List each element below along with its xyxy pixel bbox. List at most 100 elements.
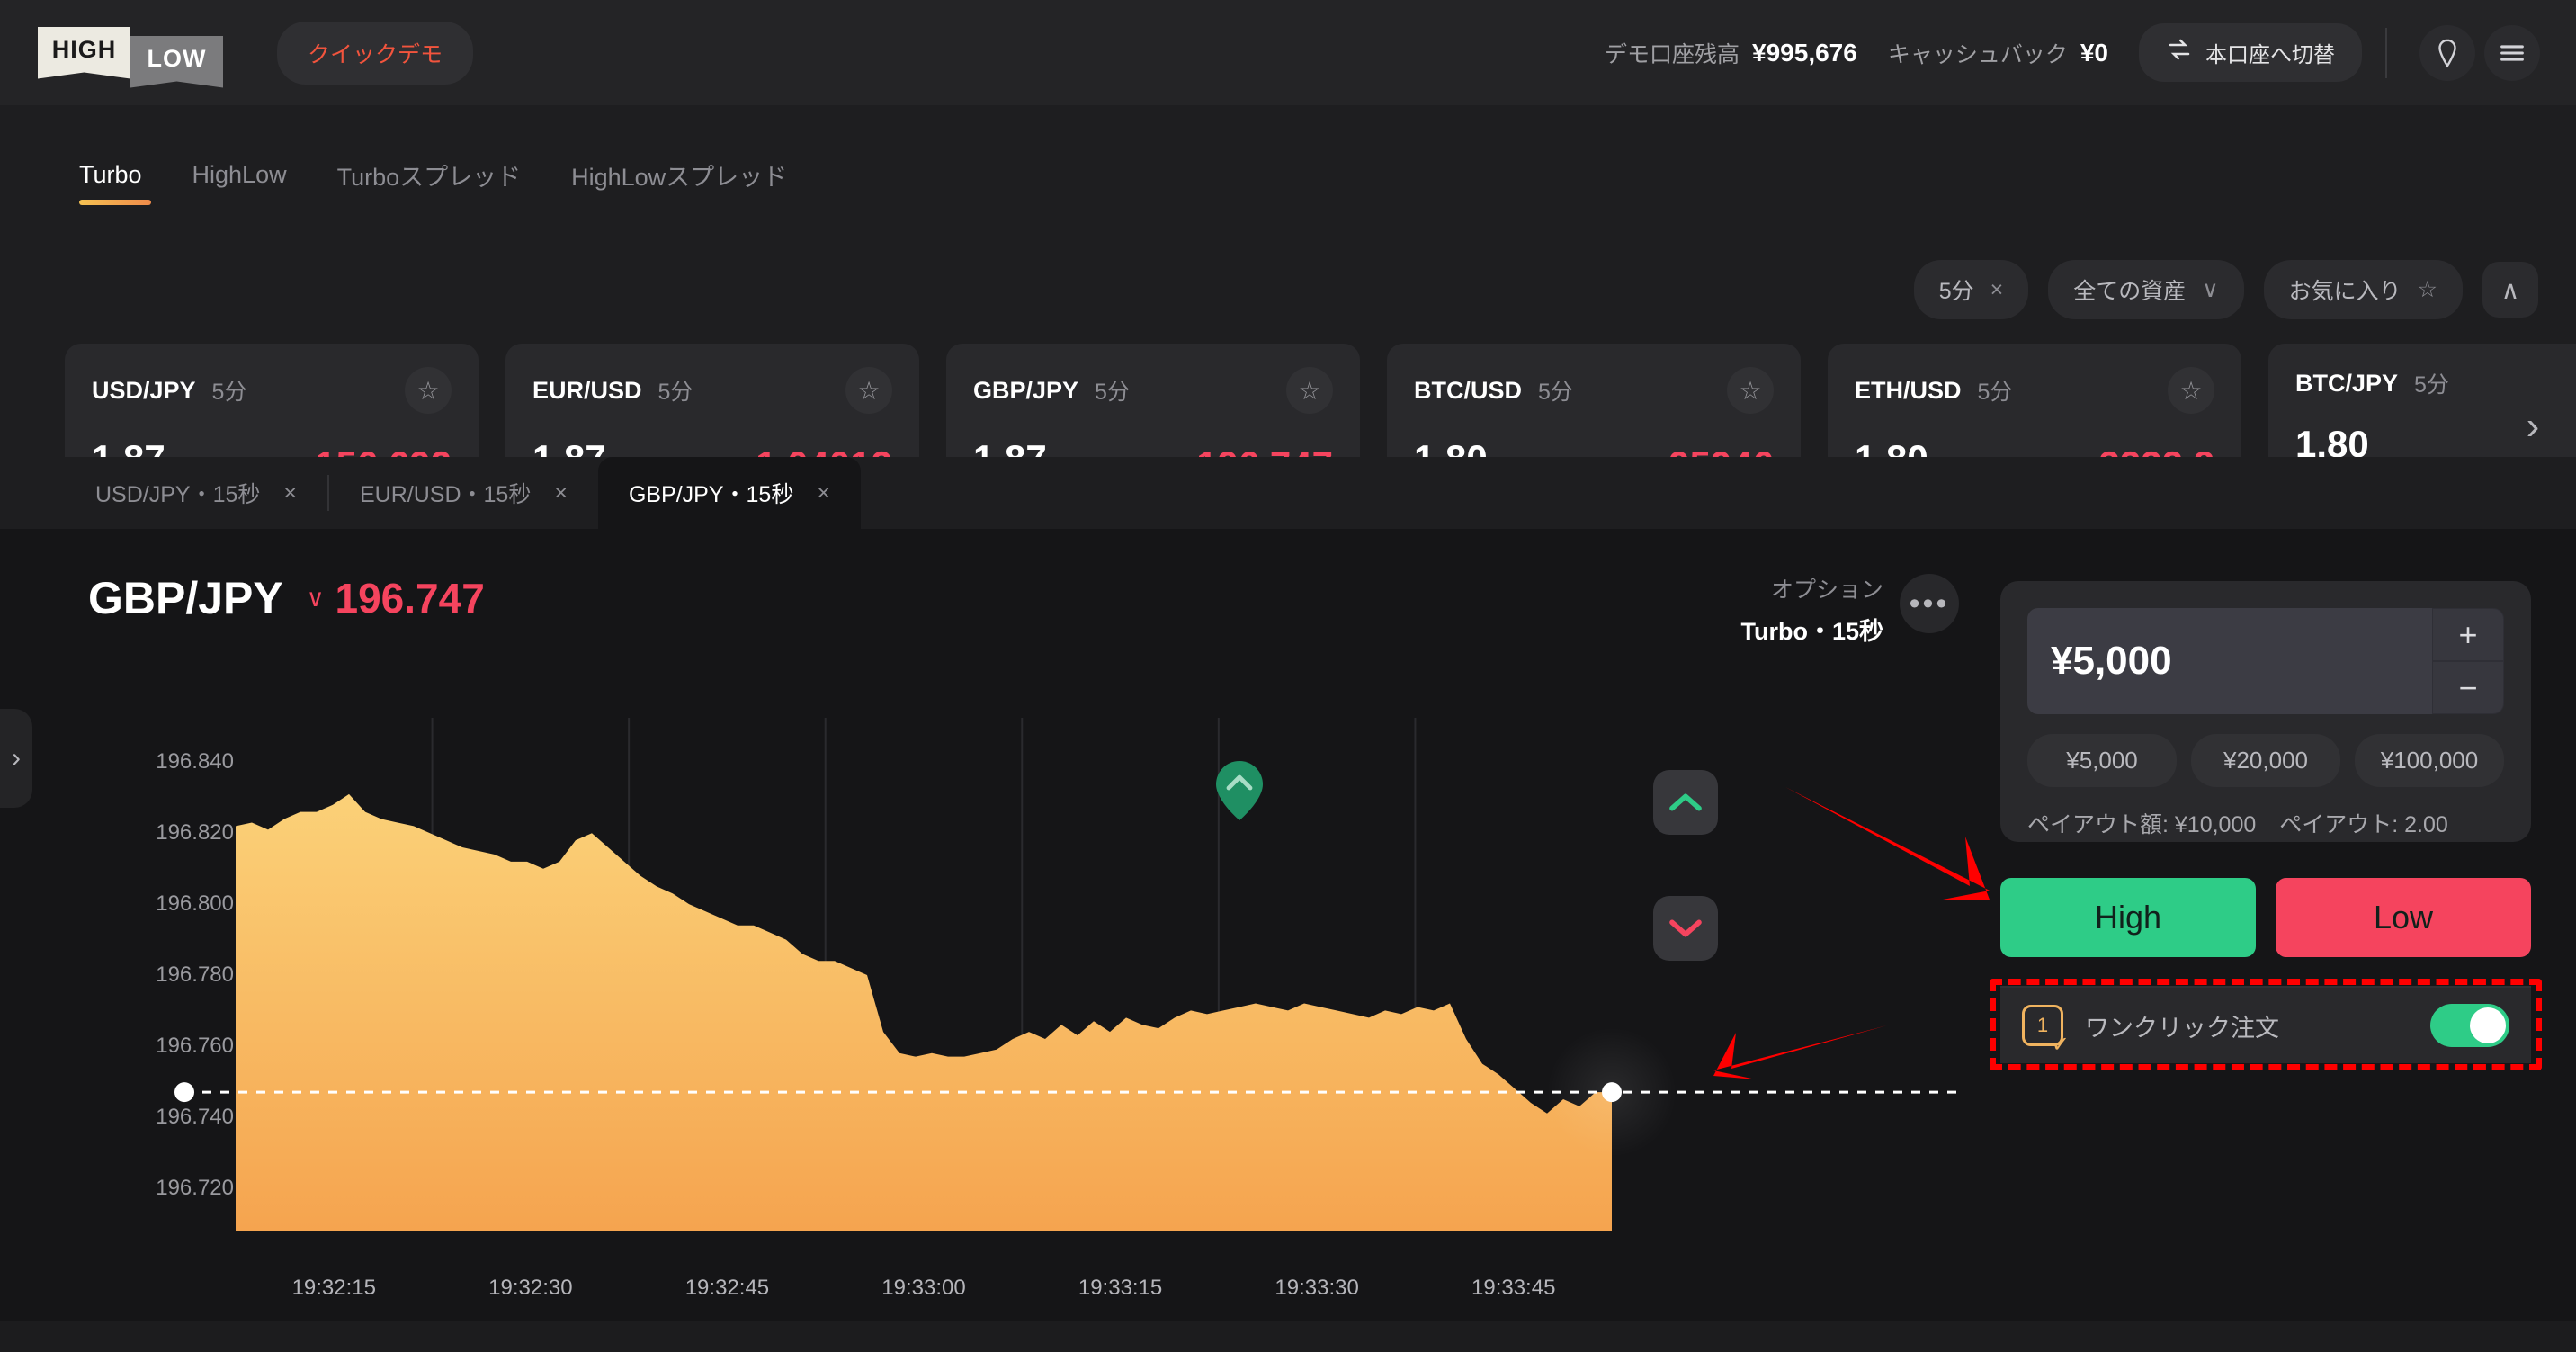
logo-high-text: HIGH [38, 27, 130, 79]
asset-filter-dropdown[interactable]: 全ての資産 ∨ [2048, 260, 2243, 319]
balance-value: ¥995,676 [1752, 39, 1857, 67]
highlow-logo[interactable]: HIGH LOW [38, 27, 223, 79]
card-header: ETH/USD 5分 ☆ [1855, 367, 2214, 414]
increase-amount-button[interactable]: + [2432, 608, 2504, 661]
one-click-badge-icon: 1 [2022, 1005, 2063, 1046]
chart-current-price: ∨ 196.747 [307, 574, 485, 622]
y-axis-tick: 196.740 [156, 1105, 234, 1130]
app-header: HIGH LOW クイックデモ デモ口座残高 ¥995,676 キャッシュバック… [0, 0, 2576, 105]
tab-highlow-spread[interactable]: HighLowスプレッド [571, 157, 787, 209]
collapse-assets-button[interactable]: ∧ [2482, 262, 2538, 318]
favorites-label: お気に入り [2289, 273, 2402, 306]
favorites-filter[interactable]: お気に入り ☆ [2264, 260, 2463, 319]
star-icon[interactable]: ☆ [2168, 367, 2214, 414]
close-icon[interactable]: × [817, 480, 830, 506]
quick-amount-group: ¥5,000 ¥20,000 ¥100,000 [2027, 734, 2504, 787]
low-button[interactable]: Low [2276, 878, 2531, 957]
switch-account-button[interactable]: 本口座へ切替 [2139, 23, 2362, 82]
chevron-up-icon [1668, 790, 1704, 815]
chart-tab-usdjpy[interactable]: USD/JPY・15秒 × [65, 457, 327, 529]
trade-panel: ¥5,000 + − ¥5,000 ¥20,000 ¥100,000 ペイアウト… [2000, 581, 2531, 842]
trade-amount-input[interactable]: ¥5,000 [2027, 608, 2432, 714]
header-right-group: デモ口座残高 ¥995,676 キャッシュバック ¥0 本口座へ切替 [1605, 23, 2576, 82]
chart-tab-strip: USD/JPY・15秒 × EUR/USD・15秒 × GBP/JPY・15秒 … [0, 457, 2576, 529]
decrease-amount-button[interactable]: − [2432, 661, 2504, 714]
hamburger-menu-icon[interactable] [2484, 25, 2540, 81]
close-icon[interactable]: × [554, 480, 568, 506]
chart-pair-title: GBP/JPY [88, 572, 283, 624]
duration-filter-chip[interactable]: 5分 × [1914, 260, 2029, 319]
location-pin-icon[interactable] [2419, 25, 2475, 81]
chart-high-order-button[interactable] [1653, 770, 1718, 835]
balance-label: デモ口座残高 [1605, 37, 1740, 69]
header-divider [2385, 28, 2387, 78]
quick-demo-button[interactable]: クイックデモ [277, 22, 473, 85]
cashback-value: ¥0 [2080, 39, 2108, 67]
star-icon[interactable]: ☆ [845, 367, 892, 414]
duration-filter-label: 5分 [1939, 273, 1974, 306]
chevron-down-icon: ∨ [2202, 276, 2218, 303]
trading-app: HIGH LOW クイックデモ デモ口座残高 ¥995,676 キャッシュバック… [0, 0, 2576, 1352]
x-axis-tick: 19:32:15 [292, 1276, 376, 1301]
map-pin-icon [1216, 761, 1263, 820]
chevron-down-icon: ∨ [307, 585, 325, 613]
y-axis-tick: 196.760 [156, 1034, 234, 1059]
asset-duration: 5分 [2414, 367, 2449, 399]
asset-section: Turbo HighLow Turboスプレッド HighLowスプレッド 5分… [0, 105, 2576, 457]
amount-steppers: + − [2432, 608, 2504, 714]
card-header: EUR/USD 5分 ☆ [532, 367, 892, 414]
quick-amount-5000[interactable]: ¥5,000 [2027, 734, 2177, 787]
one-click-order-toggle[interactable] [2430, 1004, 2509, 1047]
quick-amount-100000[interactable]: ¥100,000 [2355, 734, 2504, 787]
switch-account-label: 本口座へ切替 [2205, 37, 2335, 68]
star-icon[interactable]: ☆ [1727, 367, 1774, 414]
chart-more-options-button[interactable]: ••• [1900, 574, 1959, 633]
card-header: GBP/JPY 5分 ☆ [973, 367, 1333, 414]
payout-rate-label: ペイアウト: 2.00 [2279, 807, 2448, 839]
chart-tab-label: EUR/USD・15秒 [360, 477, 531, 509]
star-icon[interactable]: ☆ [405, 367, 452, 414]
toggle-knob [2470, 1007, 2506, 1043]
amount-row: ¥5,000 + − [2027, 608, 2504, 714]
high-button[interactable]: High [2000, 878, 2256, 957]
chart-tab-eurusd[interactable]: EUR/USD・15秒 × [329, 457, 598, 529]
tab-highlow[interactable]: HighLow [192, 161, 287, 205]
asset-duration: 5分 [1978, 374, 2013, 407]
chart-header: GBP/JPY ∨ 196.747 [88, 572, 485, 624]
x-axis-tick: 19:32:45 [685, 1276, 769, 1301]
asset-pair: EUR/USD [532, 377, 642, 405]
tab-turbo-spread[interactable]: Turboスプレッド [337, 157, 522, 209]
asset-duration: 5分 [658, 374, 693, 407]
asset-duration: 5分 [212, 374, 247, 407]
quick-amount-20000[interactable]: ¥20,000 [2191, 734, 2340, 787]
y-axis-tick: 196.720 [156, 1176, 234, 1201]
x-axis-tick: 19:32:30 [488, 1276, 572, 1301]
x-axis-labels: 19:32:1519:32:3019:32:4519:33:0019:33:15… [0, 1258, 1961, 1312]
asset-duration: 5分 [1095, 374, 1130, 407]
ellipsis-icon: ••• [1910, 586, 1950, 622]
chart-price-value: 196.747 [335, 574, 485, 622]
x-axis-tick: 19:33:00 [881, 1276, 965, 1301]
chart-low-order-button[interactable] [1653, 896, 1718, 961]
payout-amount-label: ペイアウト額: ¥10,000 [2027, 807, 2256, 839]
chart-tab-label: GBP/JPY・15秒 [629, 477, 793, 509]
scroll-assets-right-icon[interactable]: › [2506, 399, 2560, 453]
price-chart-plot: 196.840196.820196.800196.780196.760196.7… [0, 718, 1961, 1321]
y-axis-tick: 196.820 [156, 820, 234, 846]
cashback-label: キャッシュバック [1888, 37, 2068, 69]
star-icon[interactable]: ☆ [1286, 367, 1333, 414]
asset-pair: USD/JPY [92, 377, 196, 405]
chevron-up-icon: ∧ [2501, 275, 2520, 305]
chart-tab-gbpjpy[interactable]: GBP/JPY・15秒 × [598, 457, 861, 529]
tab-turbo[interactable]: Turbo [79, 161, 142, 205]
logo-low-text: LOW [130, 36, 223, 88]
one-click-order-row: 1 ワンクリック注文 [2000, 986, 2531, 1063]
x-axis-tick: 19:33:45 [1471, 1276, 1555, 1301]
y-axis-tick: 196.780 [156, 963, 234, 988]
filter-group: 5分 × 全ての資産 ∨ お気に入り ☆ ∧ [1914, 260, 2538, 319]
swap-icon [2166, 36, 2193, 69]
close-icon[interactable]: × [283, 480, 297, 506]
close-icon[interactable]: × [1990, 277, 2004, 303]
option-value: Turbo・15秒 [1740, 612, 1883, 647]
trade-marker-high[interactable] [1216, 761, 1263, 820]
